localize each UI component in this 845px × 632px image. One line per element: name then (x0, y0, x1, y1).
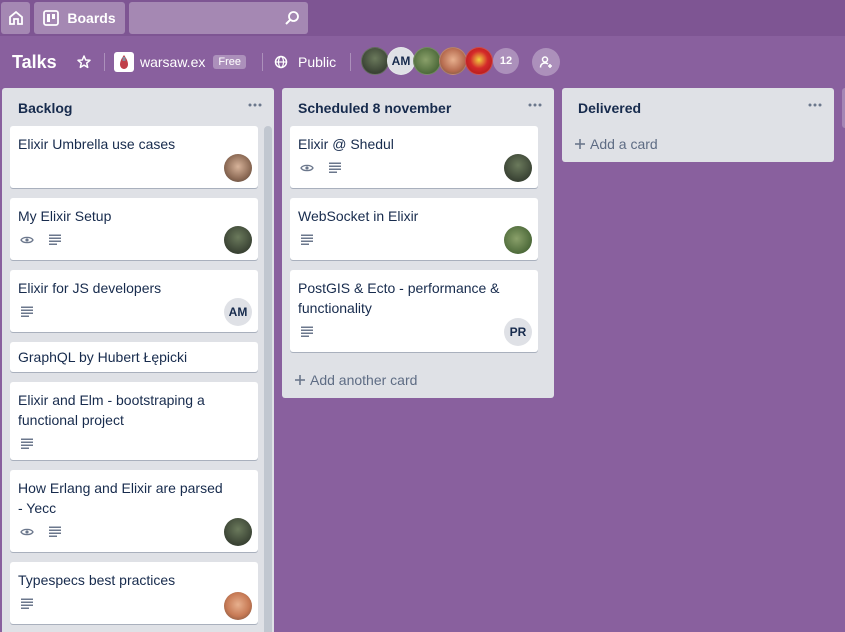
card-badges (20, 598, 34, 609)
card-badges (20, 306, 34, 317)
card-badges (300, 162, 342, 173)
boards-icon (43, 10, 60, 26)
description-icon (49, 526, 61, 537)
list-scheduled: Scheduled 8 november Elixir @ Shedul Web… (282, 88, 554, 398)
plan-badge: Free (213, 55, 246, 69)
add-member-icon (539, 56, 552, 68)
search-icon[interactable] (284, 10, 300, 26)
divider (104, 53, 105, 71)
card-member-avatar[interactable] (504, 226, 532, 254)
list-menu-icon[interactable] (806, 98, 824, 112)
globe-icon (274, 55, 288, 69)
card-member-avatar[interactable]: AM (224, 298, 252, 326)
eye-icon (300, 164, 314, 171)
eye-icon (20, 236, 34, 243)
card[interactable]: Elixir @ Shedul (290, 126, 538, 188)
board-title[interactable]: Talks (12, 52, 57, 73)
add-card-button[interactable]: Add a card (574, 136, 658, 152)
add-card-label: Add a card (590, 136, 658, 152)
card-badges (20, 526, 62, 537)
team-button[interactable]: warsaw.ex Free (114, 51, 246, 73)
member-avatar[interactable] (465, 47, 493, 75)
card[interactable]: Typespecs best practices (10, 562, 258, 624)
card[interactable]: GraphQL by Hubert Łępicki (10, 342, 258, 372)
card[interactable]: Elixir and Elm - bootstraping a function… (10, 382, 258, 460)
card-member-avatar[interactable] (224, 518, 252, 546)
card-badges (20, 234, 62, 245)
card-member-avatar[interactable] (504, 154, 532, 182)
description-icon (21, 438, 33, 449)
list-delivered: Delivered Add a card (562, 88, 834, 162)
eye-icon (20, 528, 34, 535)
card-title: PostGIS & Ecto - performance & functiona… (298, 280, 500, 316)
card-badges (300, 234, 314, 245)
search-input[interactable] (129, 2, 308, 34)
card[interactable]: PostGIS & Ecto - performance & functiona… (290, 270, 538, 352)
member-avatar[interactable]: AM (387, 47, 415, 75)
list-scrollbar[interactable] (264, 126, 272, 632)
card-badges (300, 326, 314, 337)
card-title: WebSocket in Elixir (298, 208, 419, 224)
card-title: My Elixir Setup (18, 208, 112, 224)
search-box[interactable] (129, 2, 308, 34)
add-another-card-button[interactable]: Add another card (294, 372, 417, 388)
card-member-avatar[interactable]: PR (504, 318, 532, 346)
boards-button[interactable]: Boards (34, 2, 125, 34)
invite-member-button[interactable] (532, 48, 560, 76)
card-title: Typespecs best practices (18, 572, 176, 588)
card-title: How Erlang and Elixir are parsed - Yecc (18, 480, 223, 516)
member-avatar[interactable] (413, 47, 441, 75)
team-name: warsaw.ex (140, 54, 206, 70)
description-icon (301, 326, 313, 337)
card-badges (20, 438, 34, 449)
card[interactable]: My Elixir Setup (10, 198, 258, 260)
list-title[interactable]: Backlog (2, 88, 274, 126)
description-icon (49, 234, 61, 245)
card[interactable]: How Erlang and Elixir are parsed - Yecc (10, 470, 258, 552)
board-header: Talks warsaw.ex Free Public AM 12 (0, 40, 845, 84)
card-member-avatar[interactable] (224, 154, 252, 182)
card-title: GraphQL by Hubert Łępicki (18, 349, 188, 365)
home-icon (8, 10, 23, 25)
home-button[interactable] (1, 2, 30, 34)
plus-icon (575, 139, 585, 149)
visibility-label: Public (298, 54, 337, 70)
member-avatar[interactable] (439, 47, 467, 75)
top-navigation-bar: Boards (0, 0, 845, 36)
description-icon (21, 306, 33, 317)
divider (350, 53, 351, 71)
add-card-label: Add another card (310, 372, 418, 388)
divider (262, 53, 263, 71)
member-avatar[interactable] (361, 47, 389, 75)
team-logo-icon (114, 52, 134, 72)
member-count-badge[interactable]: 12 (493, 48, 519, 74)
card[interactable]: Elixir Umbrella use cases (10, 126, 258, 188)
card-title: Elixir @ Shedul (298, 136, 394, 152)
description-icon (329, 162, 341, 173)
card-title: Elixir Umbrella use cases (18, 136, 176, 152)
boards-label: Boards (67, 10, 116, 26)
list-menu-icon[interactable] (526, 98, 544, 112)
card-member-avatar[interactable] (224, 226, 252, 254)
card-member-avatar[interactable] (224, 592, 252, 620)
star-icon[interactable] (76, 54, 92, 70)
list-title[interactable]: Scheduled 8 november (282, 88, 554, 126)
plus-icon (295, 375, 305, 385)
description-icon (21, 598, 33, 609)
list-backlog: Backlog Elixir Umbrella use cases My Eli… (2, 88, 274, 632)
visibility-button[interactable]: Public (274, 51, 336, 73)
description-icon (301, 234, 313, 245)
card-title: Elixir for JS developers (18, 280, 162, 296)
card[interactable]: WebSocket in Elixir (290, 198, 538, 260)
list-menu-icon[interactable] (246, 98, 264, 112)
card[interactable]: Elixir for JS developers AM (10, 270, 258, 332)
card-title: Elixir and Elm - bootstraping a function… (18, 392, 205, 428)
list-title[interactable]: Delivered (562, 88, 834, 126)
